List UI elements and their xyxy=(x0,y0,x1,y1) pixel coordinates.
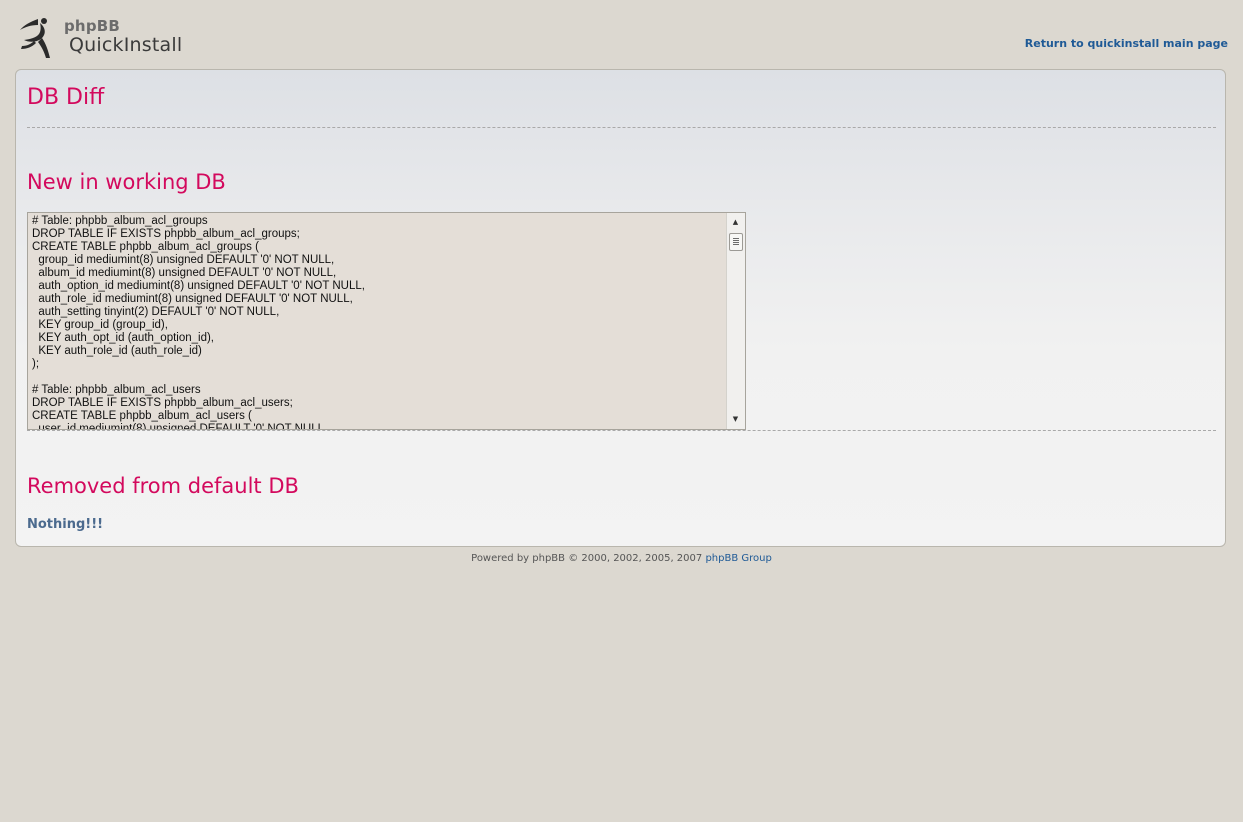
main-panel: DB Diff New in working DB # Table: phpbb… xyxy=(15,69,1226,547)
divider xyxy=(27,430,1216,431)
phpbb-quickinstall-logo[interactable]: phpBB QuickInstall xyxy=(16,16,182,62)
removed-content-text: Nothing!!! xyxy=(27,517,104,532)
runner-logo-icon xyxy=(20,18,50,58)
divider xyxy=(27,127,1216,128)
page-title: DB Diff xyxy=(27,85,105,110)
return-to-main-page-link[interactable]: Return to quickinstall main page xyxy=(1025,37,1228,50)
scroll-up-arrow-icon[interactable]: ▲ xyxy=(727,215,744,229)
phpbb-group-link[interactable]: phpBB Group xyxy=(705,553,771,564)
header: phpBB QuickInstall Return to quickinstal… xyxy=(0,0,1243,70)
logo-quickinstall-text: QuickInstall xyxy=(69,34,183,56)
scroll-down-arrow-icon[interactable]: ▼ xyxy=(727,412,744,426)
sql-textarea[interactable]: # Table: phpbb_album_acl_groups DROP TAB… xyxy=(27,212,746,430)
logo-phpbb-text: phpBB xyxy=(64,17,121,35)
sql-content: # Table: phpbb_album_acl_groups DROP TAB… xyxy=(32,215,365,430)
scrollbar-thumb[interactable] xyxy=(729,233,743,251)
footer-copyright: Powered by phpBB © 2000, 2002, 2005, 200… xyxy=(471,553,703,564)
section-title-new: New in working DB xyxy=(27,170,226,194)
section-title-removed: Removed from default DB xyxy=(27,474,299,498)
textarea-scrollbar[interactable]: ▲ ▼ xyxy=(726,213,745,429)
footer: Powered by phpBB © 2000, 2002, 2005, 200… xyxy=(0,553,1243,564)
grip-icon xyxy=(733,238,739,245)
